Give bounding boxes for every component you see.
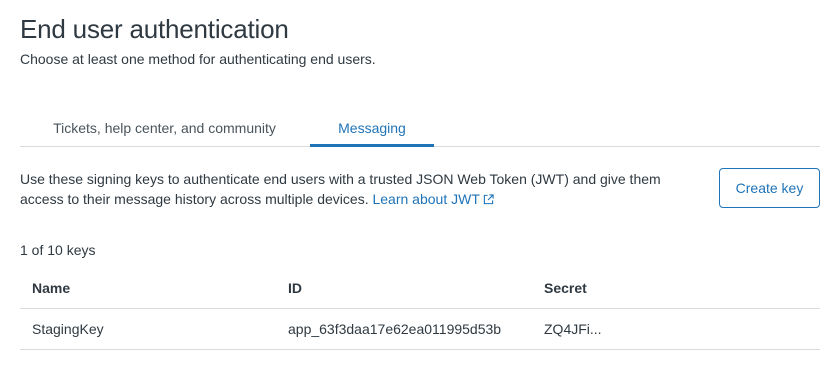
auth-method-tabs: Tickets, help center, and community Mess…: [20, 110, 820, 147]
page-subtitle: Choose at least one method for authentic…: [20, 51, 376, 67]
learn-about-jwt-link[interactable]: Learn about JWT: [372, 191, 494, 207]
create-key-button[interactable]: Create key: [719, 168, 820, 208]
page-title: End user authentication: [20, 14, 289, 44]
column-header-id: ID: [288, 280, 302, 296]
description-text: Use these signing keys to authenticate e…: [20, 171, 661, 207]
column-header-secret: Secret: [544, 280, 587, 296]
signing-keys-table: Name ID Secret StagingKey app_63f3daa17e…: [20, 268, 820, 350]
messaging-description: Use these signing keys to authenticate e…: [20, 169, 680, 209]
key-secret-cell: ZQ4JFi...: [544, 321, 602, 337]
table-row[interactable]: StagingKey app_63f3daa17e62ea011995d53b …: [20, 309, 820, 350]
table-header: Name ID Secret: [20, 268, 820, 309]
key-id-cell: app_63f3daa17e62ea011995d53b: [288, 321, 502, 337]
column-header-name: Name: [32, 280, 71, 296]
learn-link-label: Learn about JWT: [372, 191, 480, 207]
tab-messaging[interactable]: Messaging: [310, 110, 434, 147]
tab-tickets-help-center-community[interactable]: Tickets, help center, and community: [20, 110, 309, 147]
external-link-icon: [483, 194, 494, 205]
key-count: 1 of 10 keys: [20, 242, 96, 258]
key-name-cell: StagingKey: [32, 321, 104, 337]
